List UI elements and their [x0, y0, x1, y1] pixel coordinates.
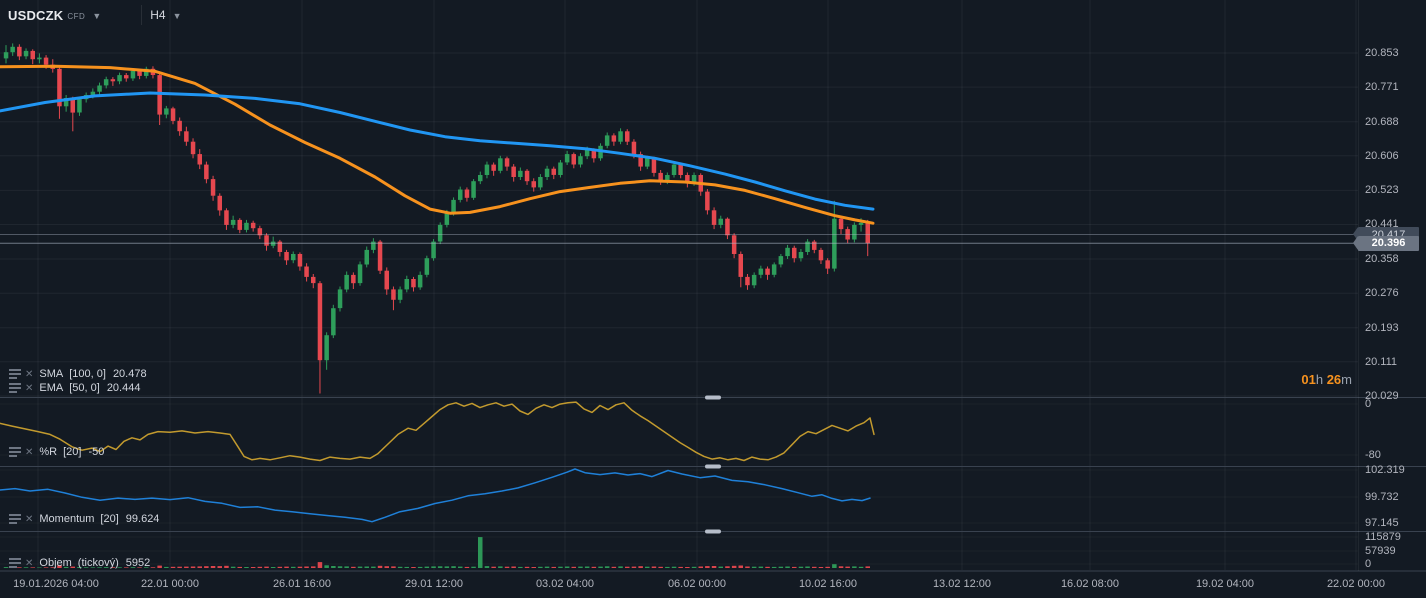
legend-sma-label[interactable]: SMA — [39, 368, 63, 380]
time-axis-label: 16.02 08:00 — [1060, 578, 1120, 590]
countdown-hours: 01 — [1301, 372, 1316, 387]
last-price-badge[interactable]: 20.396 — [1353, 235, 1419, 251]
legend-momentum-params: [20] — [100, 513, 119, 525]
price-axis-label: 20.853 — [1365, 47, 1399, 59]
volume-axis-label: 57939 — [1365, 545, 1396, 557]
time-axis-label: 29.01 12:00 — [404, 578, 464, 590]
legend-wpr: ✕ %R [20] -50 — [8, 446, 104, 458]
momentum-axis-label: 97.145 — [1365, 517, 1399, 529]
legend-momentum: ✕ Momentum [20] 99.624 — [8, 513, 159, 525]
indicator-remove-icon[interactable]: ✕ — [25, 447, 33, 458]
price-axis-label: 20.688 — [1365, 115, 1399, 128]
indicator-remove-icon[interactable]: ✕ — [25, 369, 33, 380]
indicator-remove-icon[interactable]: ✕ — [25, 383, 33, 394]
time-axis-label: 13.02 12:00 — [932, 578, 992, 590]
momentum-axis-label: 99.732 — [1365, 491, 1399, 503]
indicator-settings-icon[interactable] — [8, 447, 21, 458]
price-axis-label: 20.523 — [1365, 184, 1399, 197]
volume-axis-label: 0 — [1365, 558, 1372, 570]
time-axis-label: 19.01.2026 04:00 — [13, 578, 99, 590]
legend-volume-params: (tickový) — [77, 557, 119, 569]
momentum-axis-label: 102.319 — [1365, 464, 1405, 476]
time-axis-label: 22.01 00:00 — [140, 578, 200, 590]
legend-momentum-label[interactable]: Momentum — [39, 513, 94, 525]
volume-axis-label: 115879 — [1365, 531, 1401, 543]
legend-sma: ✕ SMA [100, 0] 20.478 — [8, 368, 147, 380]
time-axis-label: 26.01 16:00 — [272, 578, 332, 590]
legend-wpr-value: -50 — [88, 446, 105, 458]
legend-wpr-params: [20] — [63, 446, 82, 458]
wpr-axis-label: 0 — [1365, 398, 1372, 410]
indicator-remove-icon[interactable]: ✕ — [25, 514, 33, 525]
legend-wpr-label[interactable]: %R — [39, 446, 57, 458]
indicator-settings-icon[interactable] — [8, 558, 21, 569]
price-axis-label: 20.771 — [1365, 81, 1399, 94]
price-axis-label: 20.276 — [1365, 287, 1399, 300]
legend-ema-params: [50, 0] — [69, 382, 100, 394]
countdown-minutes: 26 — [1326, 372, 1342, 387]
chart-canvas[interactable] — [0, 0, 1426, 598]
symbol-label[interactable]: USDCZK — [8, 8, 63, 23]
trading-chart-app: USDCZK CFD ▼ H4 ▼ ✕ SMA [100, 0] 20.478 … — [0, 0, 1426, 598]
time-axis-label: 03.02 04:00 — [535, 578, 595, 590]
legend-volume-value: 5952 — [125, 557, 151, 569]
wpr-axis-label: -80 — [1365, 449, 1381, 461]
toolbar-divider — [141, 5, 143, 25]
chart-toolbar: USDCZK CFD ▼ H4 ▼ — [8, 5, 182, 25]
instrument-type-badge: CFD — [67, 11, 86, 21]
legend-ema: ✕ EMA [50, 0] 20.444 — [8, 382, 140, 394]
price-axis-label: 20.358 — [1365, 253, 1399, 266]
symbol-dropdown-caret-icon[interactable]: ▼ — [92, 11, 101, 21]
countdown-hours-unit: h — [1315, 372, 1324, 387]
time-axis-label: 10.02 16:00 — [798, 578, 858, 590]
price-axis-label: 20.606 — [1365, 149, 1399, 162]
indicator-settings-icon[interactable] — [8, 369, 21, 380]
legend-sma-params: [100, 0] — [69, 368, 106, 380]
countdown-minutes-unit: m — [1341, 372, 1352, 387]
interval-dropdown-caret-icon[interactable]: ▼ — [173, 11, 182, 21]
time-axis-label: 22.02 00:00 — [1326, 578, 1386, 590]
candle-countdown: 01h 26m — [1301, 372, 1352, 387]
legend-volume-label[interactable]: Objem — [39, 557, 71, 569]
legend-ema-value: 20.444 — [106, 382, 141, 394]
time-axis-label: 19.02 04:00 — [1195, 578, 1255, 590]
indicator-settings-icon[interactable] — [8, 514, 21, 525]
legend-momentum-value: 99.624 — [125, 513, 160, 525]
indicator-settings-icon[interactable] — [8, 383, 21, 394]
time-axis-label: 06.02 00:00 — [667, 578, 727, 590]
legend-volume: ✕ Objem (tickový) 5952 — [8, 557, 150, 569]
legend-ema-label[interactable]: EMA — [39, 382, 63, 394]
legend-sma-value: 20.478 — [112, 368, 147, 380]
interval-label[interactable]: H4 — [150, 8, 165, 22]
indicator-remove-icon[interactable]: ✕ — [25, 558, 33, 569]
price-axis-label: 20.193 — [1365, 321, 1399, 334]
price-axis-label: 20.111 — [1365, 355, 1398, 368]
